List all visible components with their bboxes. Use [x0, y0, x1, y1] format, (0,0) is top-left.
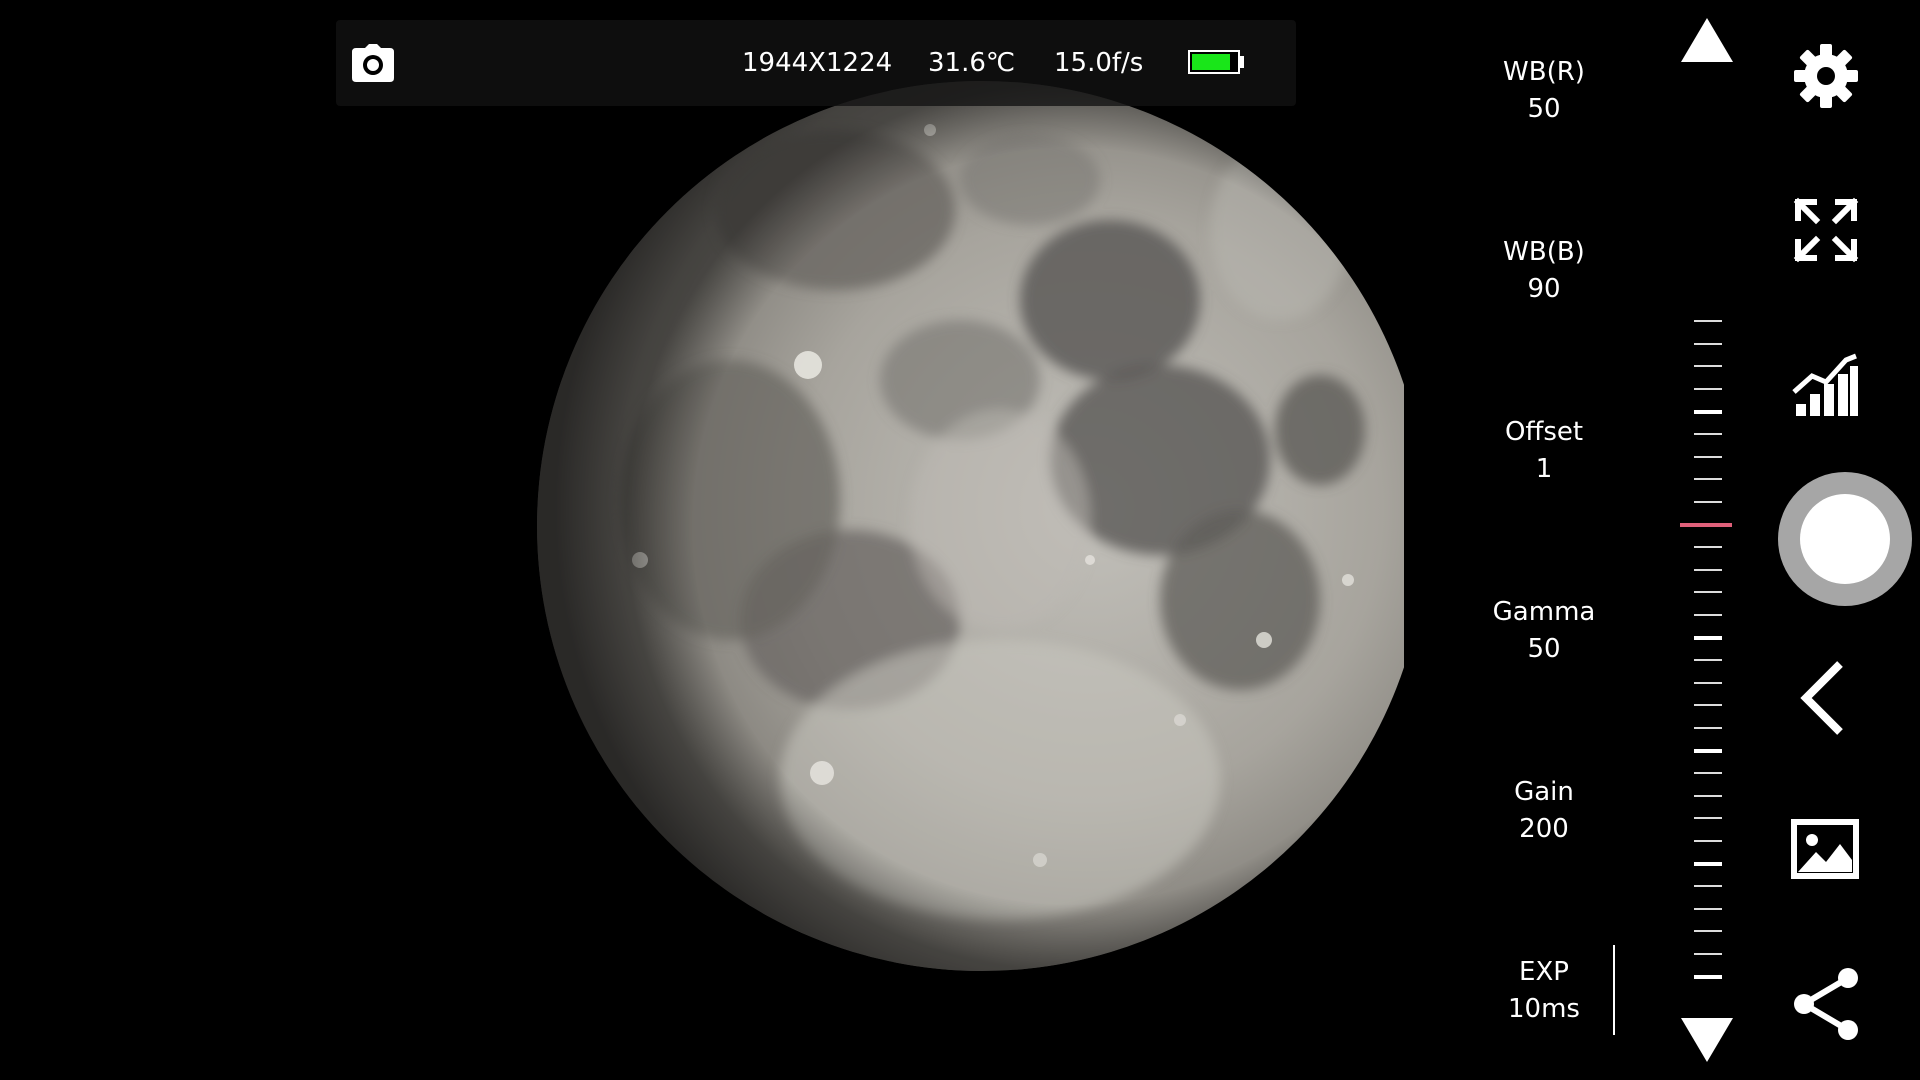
ruler-tick	[1694, 320, 1722, 322]
shutter-icon	[1800, 494, 1890, 584]
temperature-readout: 31.6℃	[928, 48, 1016, 78]
ruler-tick	[1694, 772, 1722, 774]
param-value: 10ms	[1508, 994, 1580, 1024]
ruler-tick	[1694, 501, 1722, 503]
moon-image	[537, 81, 1404, 971]
param-label: Gamma	[1492, 597, 1596, 627]
ruler-current-indicator	[1680, 523, 1732, 527]
param-offset[interactable]: Offset 1	[1464, 414, 1624, 488]
gear-icon[interactable]	[1788, 38, 1864, 114]
ruler-tick	[1694, 410, 1722, 414]
ruler-tick	[1694, 456, 1722, 458]
param-gamma[interactable]: Gamma 50	[1464, 594, 1624, 668]
param-wb-blue[interactable]: WB(B) 90	[1464, 234, 1624, 308]
ruler-tick	[1694, 727, 1722, 729]
chevron-left-icon[interactable]	[1788, 660, 1864, 736]
param-label: EXP	[1519, 957, 1569, 987]
shutter-button[interactable]	[1778, 472, 1912, 606]
expand-icon[interactable]	[1788, 192, 1864, 268]
control-panel: WB(R) 50 WB(B) 90 Offset 1 Gamma 50 Gain…	[1404, 0, 1920, 1080]
param-label: WB(B)	[1503, 237, 1585, 267]
camera-icon[interactable]	[350, 40, 396, 86]
param-wb-red[interactable]: WB(R) 50	[1464, 54, 1624, 128]
signal-chart-icon[interactable]	[1788, 346, 1864, 422]
ruler-tick	[1694, 795, 1722, 797]
param-label: Gain	[1514, 777, 1574, 807]
ruler-tick	[1694, 614, 1722, 616]
value-ruler-slider[interactable]	[1680, 320, 1736, 1000]
astro-camera-app: 1944X1224 31.6℃ 15.0f/s WB(R) 50 WB(B) 9…	[0, 0, 1920, 1080]
ruler-tick	[1694, 930, 1722, 932]
share-icon[interactable]	[1788, 966, 1864, 1042]
status-bar: 1944X1224 31.6℃ 15.0f/s	[336, 20, 1296, 106]
param-value: 50	[1527, 94, 1561, 124]
param-value: 1	[1535, 454, 1553, 484]
ruler-tick	[1694, 433, 1722, 435]
param-exposure[interactable]: EXP 10ms	[1464, 954, 1624, 1028]
ruler-tick	[1694, 682, 1722, 684]
ruler-tick	[1694, 569, 1722, 571]
battery-tip	[1240, 56, 1244, 68]
ruler-tick	[1694, 885, 1722, 887]
ruler-tick	[1694, 388, 1722, 390]
ruler-tick	[1694, 636, 1722, 640]
image-icon[interactable]	[1788, 812, 1864, 888]
ruler-tick	[1694, 343, 1722, 345]
param-value: 50	[1527, 634, 1561, 664]
param-gain[interactable]: Gain 200	[1464, 774, 1624, 848]
decrease-arrow-icon[interactable]	[1681, 1018, 1733, 1062]
camera-preview[interactable]	[0, 0, 1404, 1080]
ruler-tick	[1694, 546, 1722, 548]
battery-indicator	[1188, 50, 1240, 74]
ruler-tick	[1694, 478, 1722, 480]
ruler-tick	[1694, 862, 1722, 866]
param-label: WB(R)	[1503, 57, 1585, 87]
param-value: 200	[1519, 814, 1569, 844]
ruler-tick	[1694, 749, 1722, 753]
ruler-tick	[1694, 365, 1722, 367]
increase-arrow-icon[interactable]	[1681, 18, 1733, 62]
frame-rate-readout: 15.0f/s	[1054, 48, 1144, 78]
ruler-tick	[1694, 953, 1722, 955]
ruler-tick	[1694, 840, 1722, 842]
ruler-tick	[1694, 704, 1722, 706]
ruler-tick	[1694, 975, 1722, 979]
exposure-selected-marker	[1613, 945, 1615, 1035]
ruler-tick	[1694, 659, 1722, 661]
param-label: Offset	[1504, 417, 1584, 447]
ruler-tick	[1694, 591, 1722, 593]
resolution-readout: 1944X1224	[742, 48, 893, 78]
battery-level	[1192, 54, 1230, 70]
ruler-tick	[1694, 817, 1722, 819]
param-value: 90	[1527, 274, 1561, 304]
ruler-tick	[1694, 908, 1722, 910]
